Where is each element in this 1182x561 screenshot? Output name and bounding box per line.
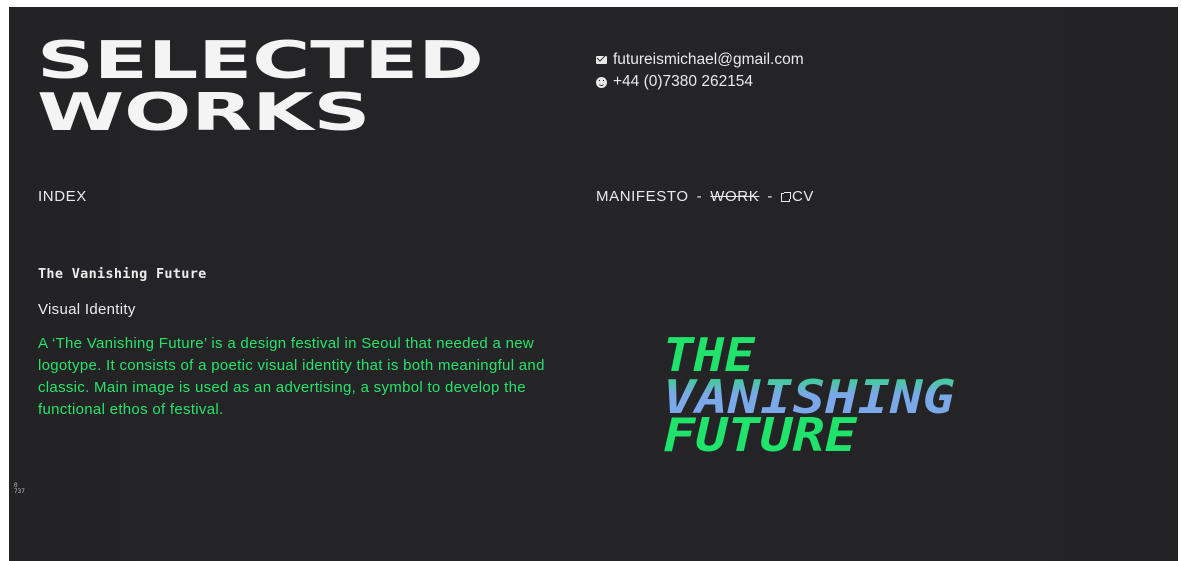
main-panel: SELECTED WORKS futureismichael@gmail.com…	[9, 7, 1178, 561]
project-description: A ‘The Vanishing Future’ is a design fes…	[38, 335, 545, 418]
nav-separator: -	[696, 188, 703, 205]
top-nav: MANIFESTO - WORK - CV	[596, 188, 814, 205]
cv-link[interactable]: CV	[780, 188, 814, 205]
project-type: Visual Identity	[38, 301, 136, 318]
phone-row: +44 (0)7380 262154	[596, 71, 804, 93]
page-title: SELECTED WORKS	[37, 35, 484, 139]
corner-counter: 0 737	[14, 483, 25, 495]
manifesto-link[interactable]: MANIFESTO	[596, 188, 689, 205]
title-line-1: SELECTED	[37, 31, 484, 91]
mail-icon	[596, 56, 607, 64]
title-line-2: WORKS	[37, 83, 371, 143]
email-row: futureismichael@gmail.com	[596, 49, 804, 71]
external-link-icon	[780, 192, 791, 202]
work-link[interactable]: WORK	[710, 188, 759, 205]
project-title: The Vanishing Future	[38, 266, 207, 282]
corner-line-2: 737	[14, 488, 25, 495]
logo-line-3: FUTURE	[663, 408, 859, 455]
cv-label: CV	[791, 188, 814, 205]
index-link[interactable]: INDEX	[38, 188, 87, 205]
smiley-icon	[596, 76, 607, 88]
vanishing-future-logo[interactable]: THE VANISHING FUTURE	[661, 325, 961, 455]
email-link[interactable]: futureismichael@gmail.com	[613, 49, 804, 71]
phone-number[interactable]: +44 (0)7380 262154	[613, 71, 753, 93]
nav-separator: -	[767, 188, 773, 205]
contact-block: futureismichael@gmail.com +44 (0)7380 26…	[596, 49, 804, 93]
